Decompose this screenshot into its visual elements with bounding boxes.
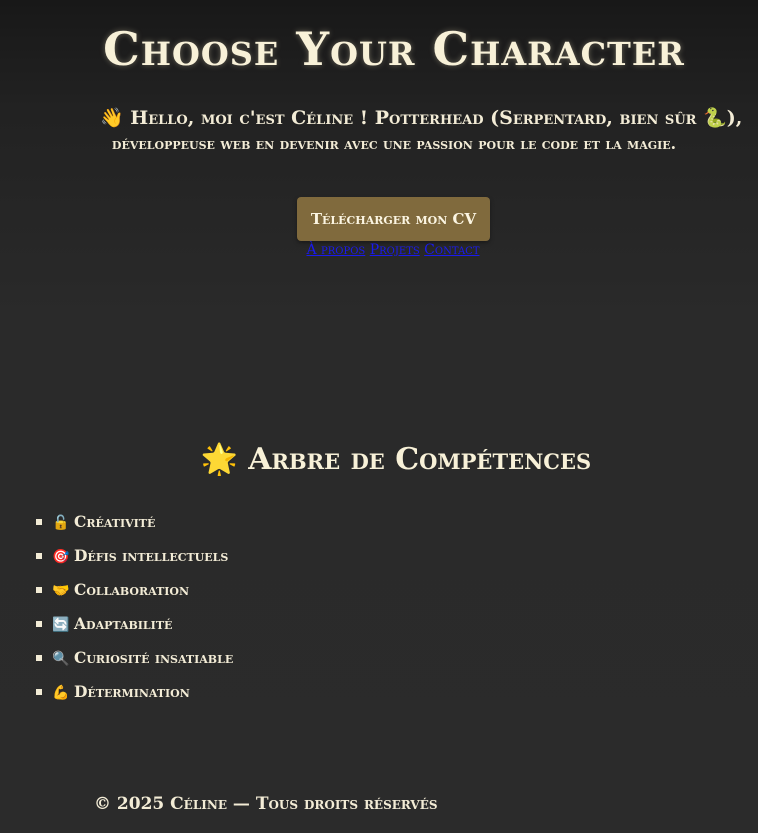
unlock-icon: 🔓 — [52, 515, 70, 531]
footer-copyright: © 2025 Céline — Tous droits réservés — [94, 794, 438, 814]
flexed-arm-icon: 💪 — [52, 685, 70, 701]
bullet-icon — [36, 519, 42, 525]
list-item: 💪 Détermination — [36, 681, 233, 715]
handshake-icon: 🤝 — [52, 583, 70, 599]
download-cv-button[interactable]: Télécharger mon CV — [297, 197, 490, 241]
skill-label: Adaptabilité — [74, 614, 173, 633]
target-icon: 🎯 — [52, 549, 70, 565]
skill-label: Collaboration — [74, 580, 190, 599]
intro-text: 👋 Hello, moi c'est Céline ! Potterhead (… — [100, 106, 743, 156]
intro-line-2: développeuse web en devenir avec une pas… — [111, 134, 677, 153]
refresh-icon: 🔄 — [52, 617, 70, 633]
skill-label: Détermination — [74, 682, 190, 701]
nav-link-projects[interactable]: Projets — [370, 242, 420, 258]
skills-heading-label: Arbre de Compétences — [248, 442, 592, 477]
skill-label: Curiosité insatiable — [74, 648, 234, 667]
skill-label: Défis intellectuels — [74, 546, 229, 565]
nav-link-about[interactable]: À propos — [306, 242, 365, 258]
intro-line-1: 👋 Hello, moi c'est Céline ! Potterhead (… — [100, 107, 743, 129]
nav-link-contact[interactable]: Contact — [424, 242, 479, 258]
list-item: 🤝 Collaboration — [36, 579, 233, 613]
bullet-icon — [36, 655, 42, 661]
skills-heading: 🌟 Arbre de Compétences — [0, 442, 758, 477]
list-item: 🔓 Créativité — [36, 511, 233, 545]
skills-list: 🔓 Créativité 🎯 Défis intellectuels 🤝 Collab… — [36, 511, 233, 715]
bullet-icon — [36, 553, 42, 559]
bullet-icon — [36, 621, 42, 627]
list-item: 🎯 Défis intellectuels — [36, 545, 233, 579]
list-item: 🔄 Adaptabilité — [36, 613, 233, 647]
list-item: 🔍 Curiosité insatiable — [36, 647, 233, 681]
skill-label: Créativité — [74, 512, 156, 531]
main-nav: À propos Projets Contact — [0, 241, 758, 259]
star-icon: 🌟 — [200, 442, 239, 477]
page-title: Choose Your Character — [103, 22, 685, 76]
bullet-icon — [36, 689, 42, 695]
magnifier-icon: 🔍 — [52, 651, 70, 667]
bullet-icon — [36, 587, 42, 593]
